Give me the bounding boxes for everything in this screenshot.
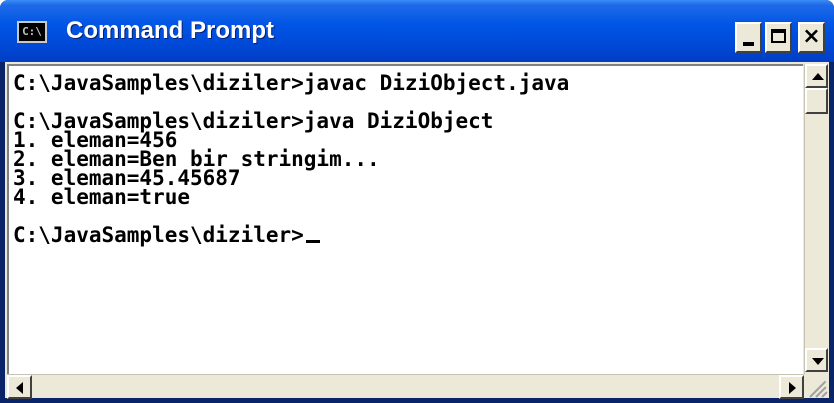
scroll-down-button[interactable] xyxy=(805,348,828,372)
console-icon[interactable]: C:\ xyxy=(17,21,47,43)
minimize-icon xyxy=(743,42,754,46)
close-icon: × xyxy=(802,24,821,49)
command-prompt-window: C:\ Command Prompt × C:\JavaSamples\dizi… xyxy=(0,0,834,403)
arrow-up-icon xyxy=(812,73,824,80)
maximize-icon xyxy=(771,29,786,43)
text-cursor xyxy=(305,240,320,243)
vertical-scroll-thumb[interactable] xyxy=(805,88,828,114)
scroll-right-button[interactable] xyxy=(779,375,804,399)
window-title: Command Prompt xyxy=(66,17,275,44)
arrow-down-icon xyxy=(812,358,824,365)
vertical-scrollbar[interactable] xyxy=(804,64,829,374)
console-output[interactable]: C:\JavaSamples\diziler>javac DiziObject.… xyxy=(7,64,803,374)
title-bar[interactable]: C:\ Command Prompt × xyxy=(0,0,834,62)
scroll-left-button[interactable] xyxy=(7,375,32,399)
prompt-text: C:\JavaSamples\diziler> xyxy=(13,223,304,247)
prompt-line[interactable]: C:\JavaSamples\diziler> xyxy=(13,223,569,247)
arrow-left-icon xyxy=(16,382,23,394)
close-button[interactable]: × xyxy=(798,22,825,53)
console-line: 4. eleman=true xyxy=(13,185,191,209)
client-area: C:\JavaSamples\diziler>javac DiziObject.… xyxy=(5,62,829,399)
maximize-button[interactable] xyxy=(765,22,792,53)
console-line: C:\JavaSamples\diziler>javac DiziObject.… xyxy=(13,71,570,95)
arrow-right-icon xyxy=(789,382,796,394)
scroll-up-button[interactable] xyxy=(805,64,828,88)
horizontal-scrollbar[interactable] xyxy=(7,374,804,399)
minimize-button[interactable] xyxy=(735,22,762,53)
resize-grip-icon[interactable] xyxy=(804,374,829,398)
